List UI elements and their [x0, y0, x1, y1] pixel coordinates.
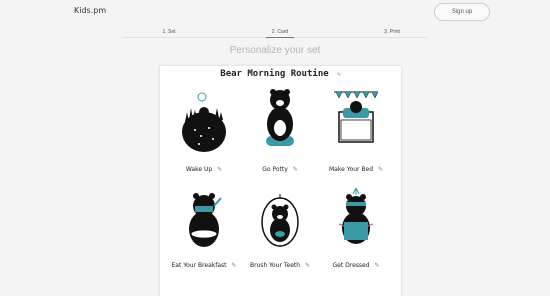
pencil-icon[interactable]: ✎: [337, 71, 341, 78]
tile-label[interactable]: Wake Up ✎: [164, 166, 244, 173]
tile-go-potty[interactable]: Go Potty ✎: [240, 84, 320, 184]
tile-label[interactable]: Get Dressed ✎: [316, 262, 396, 269]
tile-get-dressed[interactable]: Get Dressed ✎: [316, 184, 396, 284]
pencil-icon[interactable]: ✎: [378, 166, 383, 173]
bear-brush-teeth-illustration: [261, 194, 299, 247]
routine-card: Bear Morning Routine ✎ Wake Up ✎ Go Pott…: [160, 66, 401, 296]
tile-wake-up[interactable]: Wake Up ✎: [164, 84, 244, 184]
bear-wake-up-illustration: [182, 92, 226, 152]
pencil-icon[interactable]: ✎: [231, 262, 236, 269]
tile-make-your-bed[interactable]: Make Your Bed ✎: [316, 84, 396, 184]
step-indicator: 1. Set 2. Card 3. Print: [122, 29, 427, 39]
tile-label[interactable]: Eat Your Breakfast ✎: [164, 262, 244, 269]
pencil-icon[interactable]: ✎: [374, 262, 379, 269]
pencil-icon[interactable]: ✎: [293, 166, 298, 173]
pencil-icon[interactable]: ✎: [217, 166, 222, 173]
card-title[interactable]: Bear Morning Routine ✎: [160, 69, 401, 79]
signup-button[interactable]: Sign up: [434, 3, 490, 21]
tile-brush-your-teeth[interactable]: Brush Your Teeth ✎: [240, 184, 320, 284]
step-card[interactable]: 2. Card: [267, 29, 293, 35]
tile-label-text[interactable]: Eat Your Breakfast: [172, 262, 227, 269]
tile-label[interactable]: Make Your Bed ✎: [316, 166, 396, 173]
tile-label-text[interactable]: Get Dressed: [333, 262, 370, 269]
brand-logo[interactable]: Kids.pm: [74, 6, 106, 15]
bear-breakfast-illustration: [189, 193, 222, 247]
bear-go-potty-illustration: [266, 89, 294, 146]
bear-make-bed-illustration: [334, 91, 379, 143]
page-subtitle: Personalize your set: [229, 45, 321, 56]
tile-eat-your-breakfast[interactable]: Eat Your Breakfast ✎: [164, 184, 244, 284]
tile-label-text[interactable]: Make Your Bed: [329, 166, 373, 173]
step-set[interactable]: 1. Set: [156, 29, 182, 35]
tile-label-text[interactable]: Wake Up: [186, 166, 212, 173]
pencil-icon[interactable]: ✎: [305, 262, 310, 269]
tile-label[interactable]: Go Potty ✎: [240, 166, 320, 173]
active-step-underline: [266, 37, 294, 38]
tile-label-text[interactable]: Go Potty: [262, 166, 288, 173]
tile-label-text[interactable]: Brush Your Teeth: [250, 262, 300, 269]
tile-label[interactable]: Brush Your Teeth ✎: [240, 262, 320, 269]
bear-get-dressed-illustration: [338, 187, 374, 244]
step-print[interactable]: 3. Print: [377, 29, 407, 35]
card-title-text[interactable]: Bear Morning Routine: [220, 69, 328, 79]
